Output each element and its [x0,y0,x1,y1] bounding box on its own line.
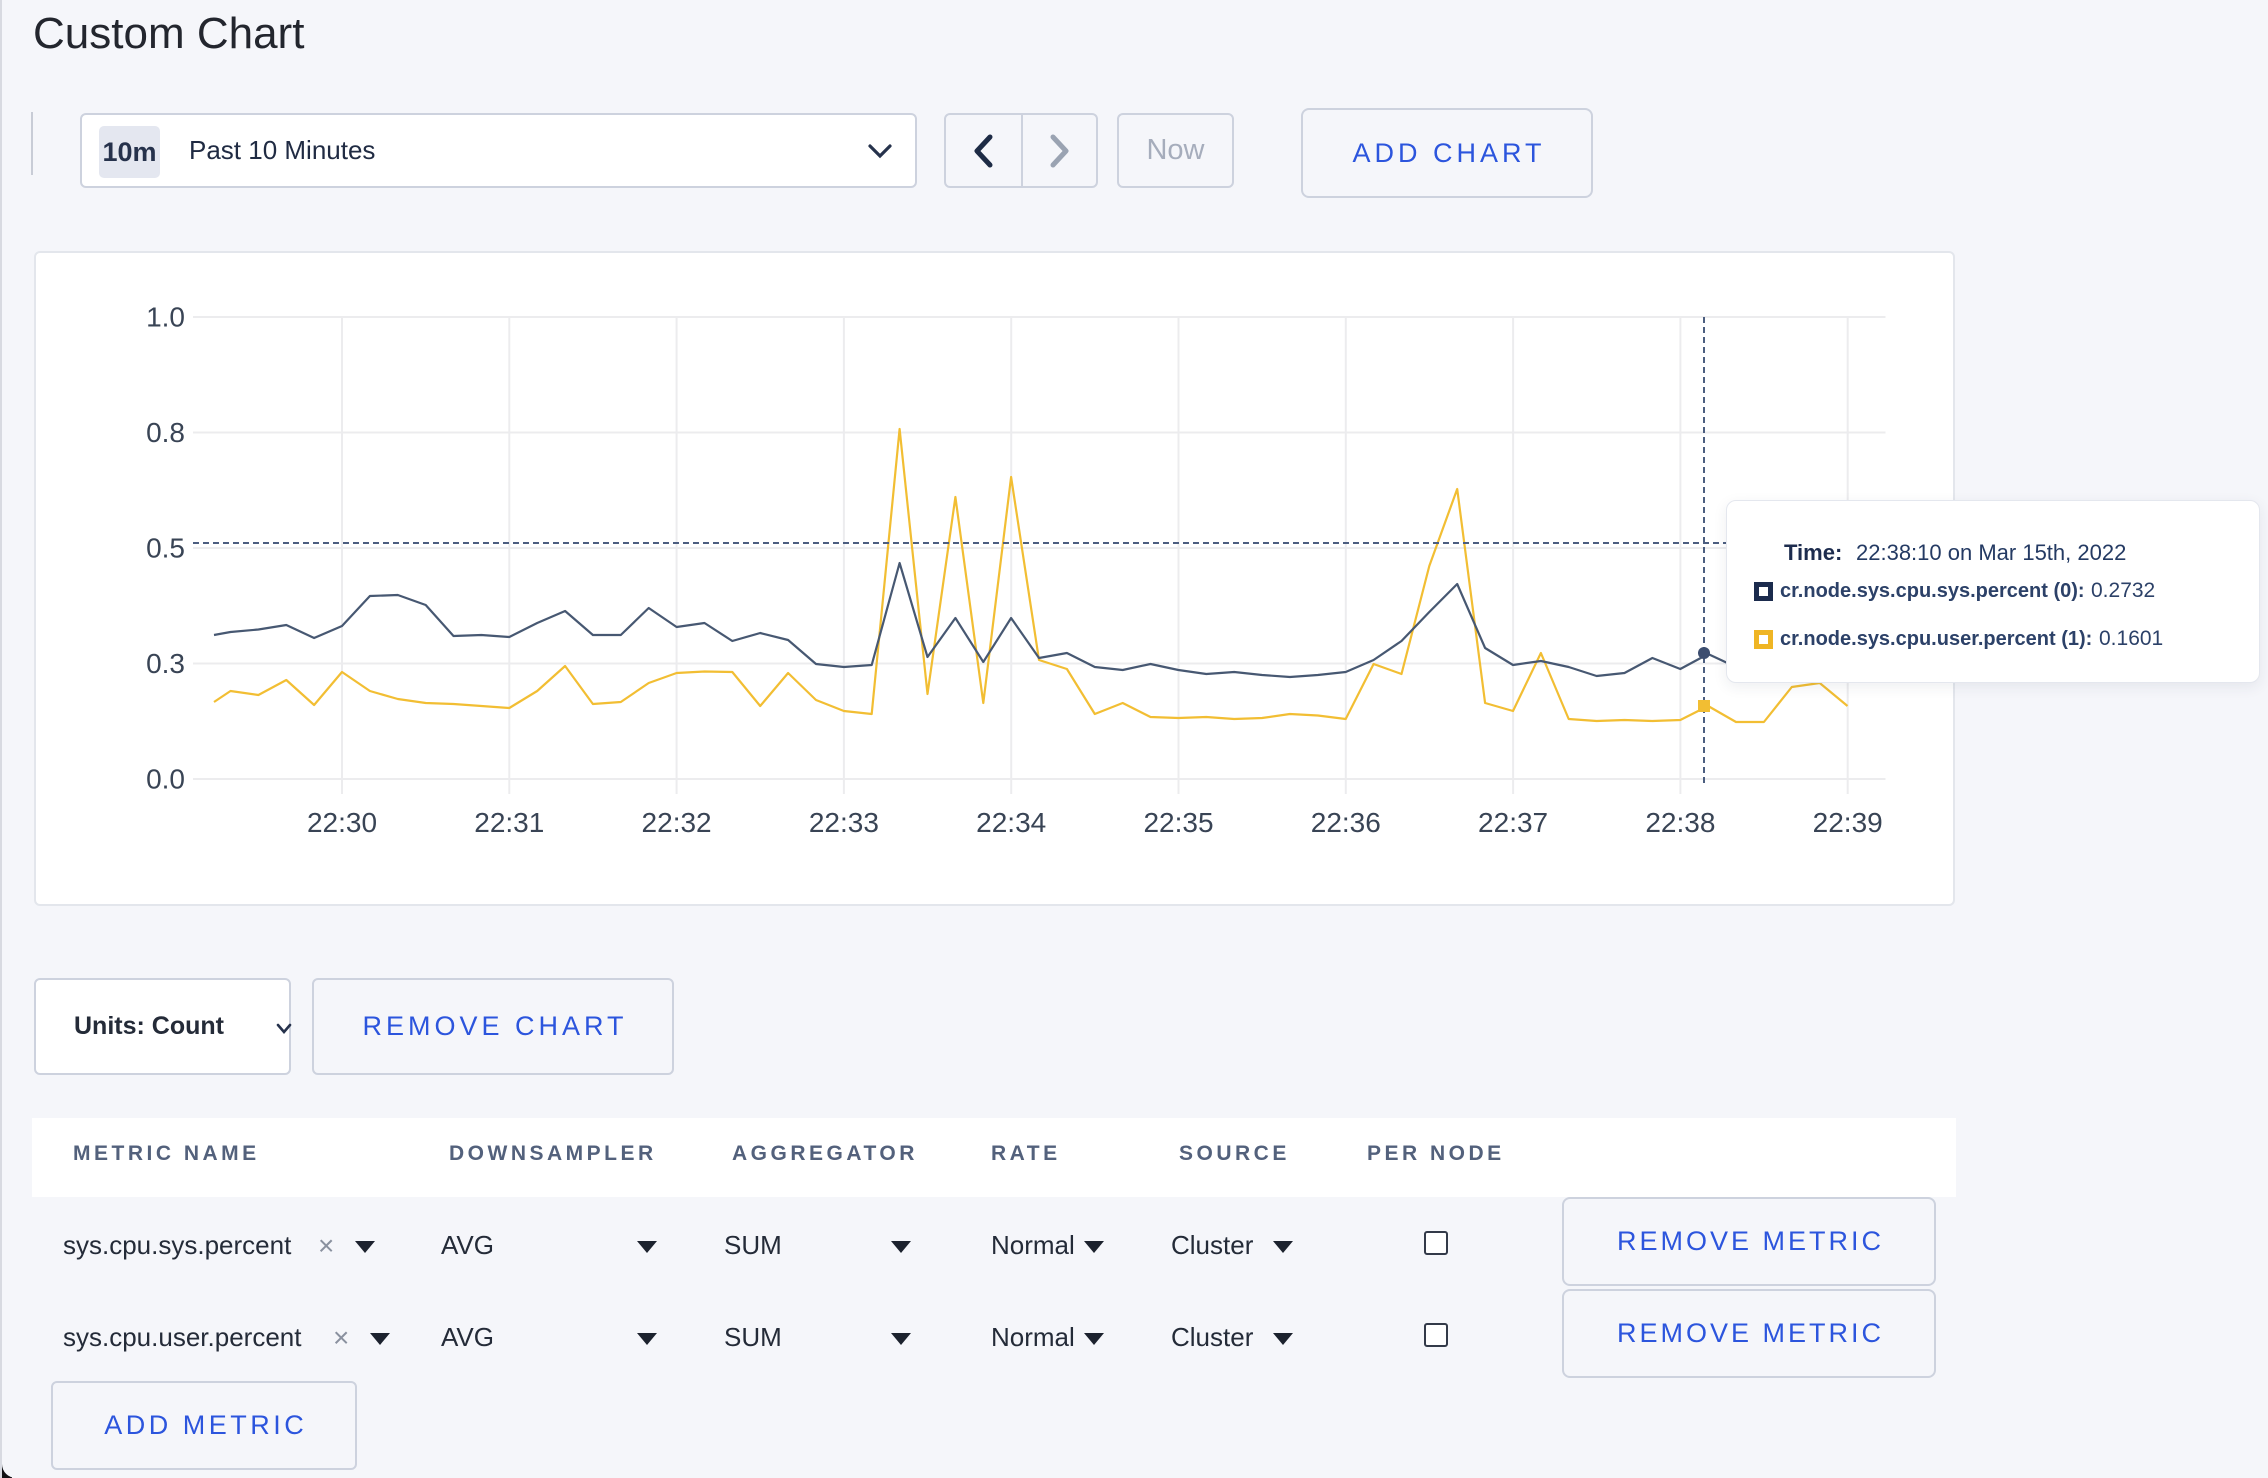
svg-text:0.3: 0.3 [146,648,185,679]
svg-text:22:33: 22:33 [809,807,879,838]
svg-text:22:32: 22:32 [642,807,712,838]
svg-text:22:34: 22:34 [976,807,1046,838]
svg-text:0.0: 0.0 [146,763,185,794]
svg-text:22:30: 22:30 [307,807,377,838]
svg-text:1.0: 1.0 [146,301,185,332]
svg-text:22:31: 22:31 [474,807,544,838]
svg-text:22:38: 22:38 [1645,807,1715,838]
svg-text:0.8: 0.8 [146,417,185,448]
svg-text:0.5: 0.5 [146,532,185,563]
svg-text:22:35: 22:35 [1143,807,1213,838]
svg-text:22:36: 22:36 [1311,807,1381,838]
svg-text:22:39: 22:39 [1813,807,1883,838]
svg-text:22:37: 22:37 [1478,807,1548,838]
